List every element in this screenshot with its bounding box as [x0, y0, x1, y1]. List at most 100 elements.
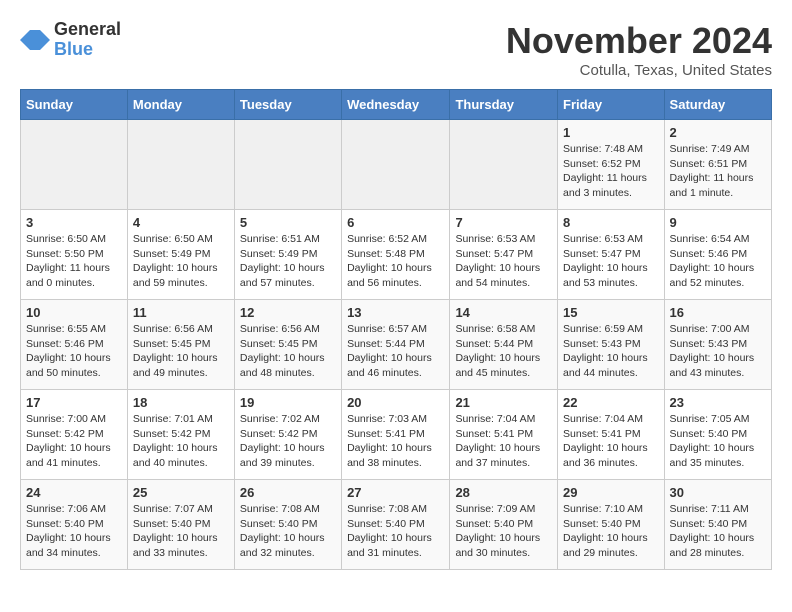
calendar-cell: 23 Sunrise: 7:05 AMSunset: 5:40 PMDayligh… — [664, 390, 771, 480]
day-number: 4 — [133, 215, 229, 230]
day-number: 22 — [563, 395, 659, 410]
day-number: 23 — [670, 395, 766, 410]
calendar-header: SundayMondayTuesdayWednesdayThursdayFrid… — [21, 90, 772, 120]
day-of-week-header: Saturday — [664, 90, 771, 120]
day-info: Sunrise: 7:00 AMSunset: 5:43 PMDaylight:… — [670, 322, 766, 381]
day-info: Sunrise: 7:08 AMSunset: 5:40 PMDaylight:… — [347, 502, 444, 561]
day-info: Sunrise: 7:49 AMSunset: 6:51 PMDaylight:… — [670, 142, 766, 201]
title-section: November 2024 Cotulla, Texas, United Sta… — [506, 20, 772, 79]
day-number: 14 — [455, 305, 552, 320]
calendar-cell: 21 Sunrise: 7:04 AMSunset: 5:41 PMDayligh… — [450, 390, 558, 480]
day-info: Sunrise: 7:10 AMSunset: 5:40 PMDaylight:… — [563, 502, 659, 561]
calendar-week-row: 17Sunrise: 7:00 AMSunset: 5:42 PMDayligh… — [21, 390, 772, 480]
day-info: Sunrise: 7:04 AMSunset: 5:41 PMDaylight:… — [563, 412, 659, 471]
day-number: 7 — [455, 215, 552, 230]
day-of-week-header: Wednesday — [342, 90, 450, 120]
calendar-cell: 12 Sunrise: 6:56 AMSunset: 5:45 PMDayligh… — [234, 300, 341, 390]
calendar-cell: 7 Sunrise: 6:53 AMSunset: 5:47 PMDaylight… — [450, 210, 558, 300]
calendar-cell — [127, 120, 234, 210]
day-info: Sunrise: 6:55 AMSunset: 5:46 PMDaylight:… — [26, 322, 122, 381]
day-number: 9 — [670, 215, 766, 230]
calendar-cell: 22 Sunrise: 7:04 AMSunset: 5:41 PMDayligh… — [558, 390, 665, 480]
day-info: Sunrise: 6:53 AMSunset: 5:47 PMDaylight:… — [455, 232, 552, 291]
calendar-cell: 26 Sunrise: 7:08 AMSunset: 5:40 PMDayligh… — [234, 480, 341, 570]
calendar-cell — [342, 120, 450, 210]
day-number: 5 — [240, 215, 336, 230]
logo-general-text: General — [54, 20, 121, 40]
calendar-cell — [21, 120, 128, 210]
day-info: Sunrise: 7:03 AMSunset: 5:41 PMDaylight:… — [347, 412, 444, 471]
calendar-cell: 15Sunrise: 6:59 AMSunset: 5:43 PMDayligh… — [558, 300, 665, 390]
day-number: 26 — [240, 485, 336, 500]
day-number: 11 — [133, 305, 229, 320]
calendar-cell: 4Sunrise: 6:50 AMSunset: 5:49 PMDaylight… — [127, 210, 234, 300]
calendar-cell: 24Sunrise: 7:06 AMSunset: 5:40 PMDayligh… — [21, 480, 128, 570]
day-info: Sunrise: 6:50 AMSunset: 5:50 PMDaylight:… — [26, 232, 122, 291]
day-of-week-header: Thursday — [450, 90, 558, 120]
day-info: Sunrise: 6:58 AMSunset: 5:44 PMDaylight:… — [455, 322, 552, 381]
day-info: Sunrise: 7:48 AMSunset: 6:52 PMDaylight:… — [563, 142, 659, 201]
calendar-cell — [234, 120, 341, 210]
day-number: 21 — [455, 395, 552, 410]
day-info: Sunrise: 7:02 AMSunset: 5:42 PMDaylight:… — [240, 412, 336, 471]
day-number: 8 — [563, 215, 659, 230]
day-info: Sunrise: 7:08 AMSunset: 5:40 PMDaylight:… — [240, 502, 336, 561]
day-number: 3 — [26, 215, 122, 230]
day-number: 16 — [670, 305, 766, 320]
calendar-body: 1Sunrise: 7:48 AMSunset: 6:52 PMDaylight… — [21, 120, 772, 570]
calendar-cell: 17Sunrise: 7:00 AMSunset: 5:42 PMDayligh… — [21, 390, 128, 480]
calendar-cell: 11Sunrise: 6:56 AMSunset: 5:45 PMDayligh… — [127, 300, 234, 390]
day-number: 13 — [347, 305, 444, 320]
day-number: 25 — [133, 485, 229, 500]
day-number: 2 — [670, 125, 766, 140]
calendar-week-row: 1Sunrise: 7:48 AMSunset: 6:52 PMDaylight… — [21, 120, 772, 210]
day-info: Sunrise: 7:09 AMSunset: 5:40 PMDaylight:… — [455, 502, 552, 561]
day-of-week-header: Tuesday — [234, 90, 341, 120]
day-info: Sunrise: 6:56 AMSunset: 5:45 PMDaylight:… — [240, 322, 336, 381]
day-info: Sunrise: 7:11 AMSunset: 5:40 PMDaylight:… — [670, 502, 766, 561]
page-header: General Blue November 2024 Cotulla, Texa… — [20, 20, 772, 79]
day-number: 30 — [670, 485, 766, 500]
calendar-week-row: 24Sunrise: 7:06 AMSunset: 5:40 PMDayligh… — [21, 480, 772, 570]
calendar-cell: 30 Sunrise: 7:11 AMSunset: 5:40 PMDayligh… — [664, 480, 771, 570]
day-info: Sunrise: 7:07 AMSunset: 5:40 PMDaylight:… — [133, 502, 229, 561]
day-number: 12 — [240, 305, 336, 320]
day-number: 27 — [347, 485, 444, 500]
calendar-cell — [450, 120, 558, 210]
calendar-cell: 9 Sunrise: 6:54 AMSunset: 5:46 PMDaylight… — [664, 210, 771, 300]
calendar-week-row: 3 Sunrise: 6:50 AMSunset: 5:50 PMDaylight… — [21, 210, 772, 300]
calendar-cell: 29 Sunrise: 7:10 AMSunset: 5:40 PMDayligh… — [558, 480, 665, 570]
calendar-cell: 19 Sunrise: 7:02 AMSunset: 5:42 PMDayligh… — [234, 390, 341, 480]
logo: General Blue — [20, 20, 121, 60]
day-info: Sunrise: 6:54 AMSunset: 5:46 PMDaylight:… — [670, 232, 766, 291]
calendar-cell: 2 Sunrise: 7:49 AMSunset: 6:51 PMDaylight… — [664, 120, 771, 210]
day-number: 20 — [347, 395, 444, 410]
day-info: Sunrise: 6:52 AMSunset: 5:48 PMDaylight:… — [347, 232, 444, 291]
calendar-cell: 5Sunrise: 6:51 AMSunset: 5:49 PMDaylight… — [234, 210, 341, 300]
calendar-cell: 1Sunrise: 7:48 AMSunset: 6:52 PMDaylight… — [558, 120, 665, 210]
calendar-cell: 13Sunrise: 6:57 AMSunset: 5:44 PMDayligh… — [342, 300, 450, 390]
day-info: Sunrise: 7:04 AMSunset: 5:41 PMDaylight:… — [455, 412, 552, 471]
location-text: Cotulla, Texas, United States — [506, 62, 772, 79]
day-number: 18 — [133, 395, 229, 410]
day-number: 15 — [563, 305, 659, 320]
logo-text: General Blue — [54, 20, 121, 60]
day-number: 19 — [240, 395, 336, 410]
calendar-cell: 27 Sunrise: 7:08 AMSunset: 5:40 PMDayligh… — [342, 480, 450, 570]
calendar-cell: 25 Sunrise: 7:07 AMSunset: 5:40 PMDayligh… — [127, 480, 234, 570]
calendar-table: SundayMondayTuesdayWednesdayThursdayFrid… — [20, 89, 772, 570]
calendar-week-row: 10Sunrise: 6:55 AMSunset: 5:46 PMDayligh… — [21, 300, 772, 390]
day-number: 6 — [347, 215, 444, 230]
day-info: Sunrise: 7:06 AMSunset: 5:40 PMDaylight:… — [26, 502, 122, 561]
days-of-week-row: SundayMondayTuesdayWednesdayThursdayFrid… — [21, 90, 772, 120]
calendar-cell: 14 Sunrise: 6:58 AMSunset: 5:44 PMDayligh… — [450, 300, 558, 390]
calendar-cell: 20 Sunrise: 7:03 AMSunset: 5:41 PMDayligh… — [342, 390, 450, 480]
calendar-cell: 8Sunrise: 6:53 AMSunset: 5:47 PMDaylight… — [558, 210, 665, 300]
day-number: 17 — [26, 395, 122, 410]
calendar-cell: 18 Sunrise: 7:01 AMSunset: 5:42 PMDayligh… — [127, 390, 234, 480]
day-number: 29 — [563, 485, 659, 500]
calendar-cell: 28Sunrise: 7:09 AMSunset: 5:40 PMDayligh… — [450, 480, 558, 570]
day-info: Sunrise: 7:01 AMSunset: 5:42 PMDaylight:… — [133, 412, 229, 471]
day-info: Sunrise: 7:05 AMSunset: 5:40 PMDaylight:… — [670, 412, 766, 471]
calendar-cell: 16 Sunrise: 7:00 AMSunset: 5:43 PMDayligh… — [664, 300, 771, 390]
